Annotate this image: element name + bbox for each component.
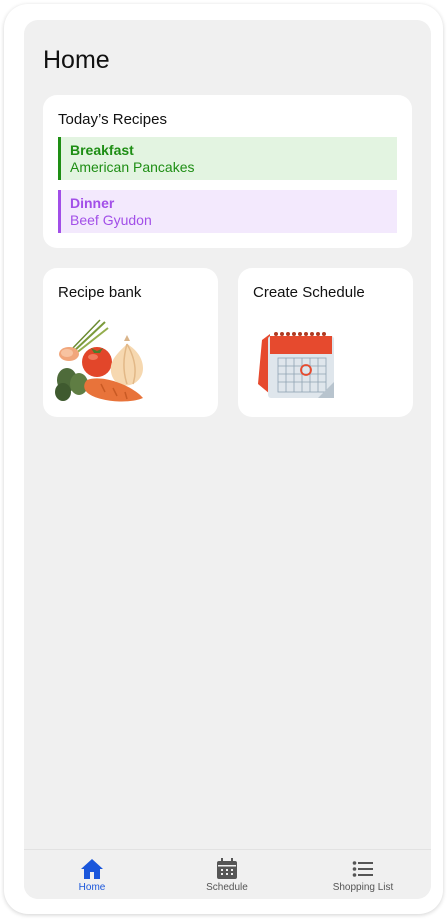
meal-name: Beef Gyudon (70, 212, 152, 228)
app-screen: Home Today’s Recipes Breakfast American … (24, 20, 431, 899)
list-icon (352, 861, 373, 877)
calendar-illustration-icon (258, 332, 334, 398)
nav-item-shopping-list[interactable]: Shopping List (308, 858, 418, 893)
calendar-icon (217, 858, 237, 879)
bottom-nav: Home Schedule Shopping List (24, 849, 431, 899)
nav-label-schedule: Schedule (206, 882, 248, 893)
recipe-bank-label: Recipe bank (58, 284, 142, 301)
home-icon (81, 859, 103, 879)
create-schedule-tile[interactable]: Create Schedule (238, 268, 413, 417)
nav-label-home: Home (78, 882, 106, 893)
meal-item-dinner[interactable]: Dinner Beef Gyudon (58, 190, 397, 233)
page-title: Home (43, 46, 110, 74)
todays-recipes-title: Today’s Recipes (58, 111, 167, 128)
nav-label-shopping-list: Shopping List (332, 882, 394, 893)
create-schedule-label: Create Schedule (253, 284, 365, 301)
meal-name: American Pancakes (70, 159, 195, 175)
nav-item-home[interactable]: Home (37, 858, 147, 893)
nav-item-schedule[interactable]: Schedule (172, 858, 282, 893)
meal-item-breakfast[interactable]: Breakfast American Pancakes (58, 137, 397, 180)
meal-type: Dinner (70, 195, 115, 211)
recipe-bank-tile[interactable]: Recipe bank (43, 268, 218, 417)
meal-type: Breakfast (70, 142, 134, 158)
device-frame: Home Today’s Recipes Breakfast American … (4, 4, 443, 914)
vegetables-illustration-icon (55, 319, 144, 402)
todays-recipes-card: Today’s Recipes Breakfast American Panca… (43, 95, 412, 248)
